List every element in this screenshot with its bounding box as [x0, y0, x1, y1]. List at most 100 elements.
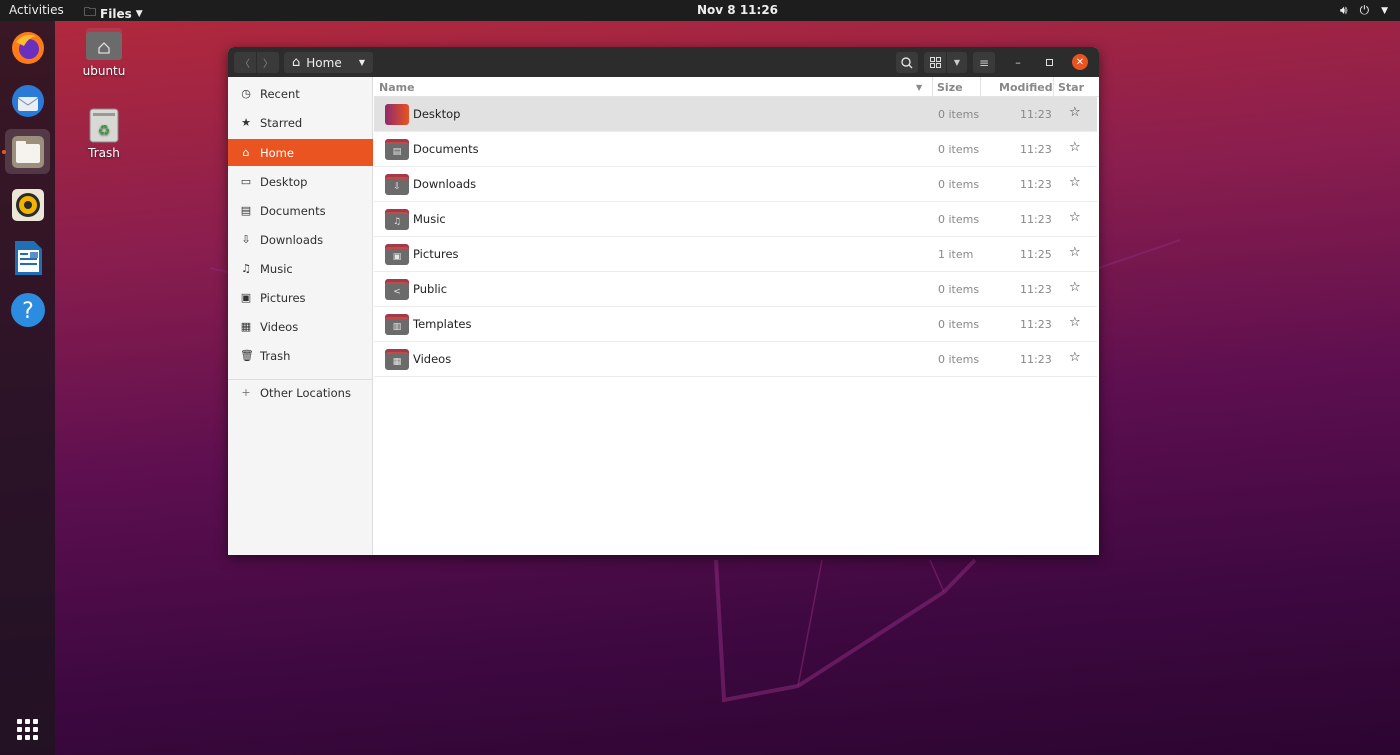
home-folder-icon — [86, 28, 122, 60]
running-indicator — [2, 150, 6, 154]
sidebar-item-documents[interactable]: ▤ Documents — [228, 197, 373, 224]
maximize-button[interactable] — [1041, 54, 1057, 70]
dock-thunderbird[interactable] — [5, 78, 50, 123]
system-tray[interactable]: 🔊︎ ⏻ ▼ — [1340, 3, 1388, 18]
chevron-down-icon: ▼ — [1381, 5, 1388, 16]
star-icon: ★ — [241, 116, 251, 129]
forward-button[interactable]: 〉 — [257, 52, 279, 73]
file-name: Public — [413, 282, 448, 296]
minimize-button[interactable]: – — [1010, 54, 1026, 70]
help-icon: ? — [10, 292, 45, 327]
desktop-icon: ▭ — [240, 175, 252, 188]
chevron-down-icon: ▼ — [358, 58, 365, 67]
column-name[interactable]: Name — [379, 81, 415, 94]
videos-folder-icon: ▦ — [385, 349, 409, 370]
app-menu[interactable]: 🗀 Files ▼ — [84, 3, 143, 24]
writer-icon — [14, 240, 42, 275]
column-size[interactable]: Size — [937, 81, 963, 94]
sidebar-item-label: Documents — [260, 203, 326, 218]
files-window: 〈 〉 ⌂ Home ▼ ▼ ≡ – ✕ ◷ Recent ★ Starred ⌂ H… — [228, 47, 1099, 555]
search-icon — [901, 56, 913, 68]
sidebar: ◷ Recent ★ Starred ⌂ Home ▭ Desktop ▤ Documen… — [228, 77, 373, 555]
desktop-icon-label: Trash — [88, 146, 120, 160]
star-toggle-icon[interactable]: ☆ — [1069, 280, 1081, 295]
dock-files[interactable] — [5, 129, 50, 174]
home-icon: ⌂ — [292, 55, 301, 70]
file-row-documents[interactable]: ▤ Documents 0 items 11:23 ☆ — [374, 132, 1097, 167]
star-toggle-icon[interactable]: ☆ — [1069, 350, 1081, 365]
desktop-icon-trash[interactable]: ♻ Trash — [74, 108, 134, 160]
file-name: Videos — [413, 352, 452, 366]
file-size: 0 items — [938, 178, 980, 191]
file-row-pictures[interactable]: ▣ Pictures 1 item 11:25 ☆ — [374, 237, 1097, 272]
sidebar-item-videos[interactable]: ▦ Videos — [228, 313, 373, 340]
file-name: Downloads — [413, 177, 477, 191]
view-grid-button[interactable] — [924, 52, 946, 73]
chevron-right-icon: 〉 — [263, 59, 273, 70]
desktop-folder-icon — [385, 104, 409, 125]
main-menu-button[interactable]: ≡ — [973, 52, 995, 73]
back-button[interactable]: 〈 — [234, 52, 256, 73]
public-folder-icon: < — [385, 279, 409, 300]
dock-help[interactable]: ? — [5, 287, 50, 332]
grid-view-icon — [929, 57, 941, 68]
desktop-icon-home[interactable]: ubuntu — [74, 28, 134, 78]
chevron-down-icon: ▼ — [135, 8, 143, 19]
star-toggle-icon[interactable]: ☆ — [1069, 140, 1081, 155]
music-folder-icon: ♫ — [385, 209, 409, 230]
column-modified[interactable]: Modified — [999, 81, 1053, 94]
search-button[interactable] — [896, 52, 918, 73]
column-star[interactable]: Star — [1058, 81, 1084, 94]
sidebar-item-label: Home — [260, 145, 294, 160]
plus-icon: + — [241, 386, 251, 399]
sidebar-item-downloads[interactable]: ⇩ Downloads — [228, 226, 373, 253]
column-divider — [932, 77, 933, 97]
show-applications-button[interactable] — [5, 707, 50, 752]
sidebar-item-label: Pictures — [260, 290, 306, 305]
sidebar-item-home[interactable]: ⌂ Home — [228, 139, 373, 166]
sidebar-item-recent[interactable]: ◷ Recent — [228, 80, 373, 107]
file-name: Documents — [413, 142, 479, 156]
activities-button[interactable]: Activities — [9, 3, 64, 17]
file-row-templates[interactable]: ▥ Templates 0 items 11:23 ☆ — [374, 307, 1097, 342]
sidebar-item-label: Starred — [260, 115, 303, 130]
file-size: 0 items — [938, 143, 980, 156]
power-icon: ⏻ — [1359, 3, 1370, 17]
svg-text:♻: ♻ — [98, 123, 111, 139]
star-toggle-icon[interactable]: ☆ — [1069, 315, 1081, 330]
view-options-button[interactable]: ▼ — [947, 52, 967, 73]
star-toggle-icon[interactable]: ☆ — [1069, 210, 1081, 225]
download-icon: ⇩ — [241, 233, 251, 246]
sidebar-item-other-locations[interactable]: + Other Locations — [228, 379, 373, 406]
star-toggle-icon[interactable]: ☆ — [1069, 245, 1081, 260]
dock-firefox[interactable] — [5, 25, 50, 70]
star-toggle-icon[interactable]: ☆ — [1069, 105, 1081, 120]
sidebar-item-label: Videos — [260, 319, 299, 334]
sidebar-item-starred[interactable]: ★ Starred — [228, 109, 373, 136]
dock-writer[interactable] — [5, 235, 50, 280]
sidebar-item-trash[interactable]: 🗑︎ Trash — [228, 342, 373, 369]
file-name: Music — [413, 212, 446, 226]
dock-rhythmbox[interactable] — [5, 182, 50, 227]
file-row-music[interactable]: ♫ Music 0 items 11:23 ☆ — [374, 202, 1097, 237]
file-row-videos[interactable]: ▦ Videos 0 items 11:23 ☆ — [374, 342, 1097, 377]
sidebar-item-desktop[interactable]: ▭ Desktop — [228, 168, 373, 195]
file-modified: 11:25 — [1020, 248, 1052, 261]
sort-chevron-icon[interactable]: ▼ — [916, 83, 922, 92]
file-name: Templates — [413, 317, 472, 331]
chevron-down-icon: ▼ — [953, 58, 961, 67]
close-button[interactable]: ✕ — [1072, 54, 1088, 70]
star-toggle-icon[interactable]: ☆ — [1069, 175, 1081, 190]
file-row-downloads[interactable]: ⇩ Downloads 0 items 11:23 ☆ — [374, 167, 1097, 202]
sidebar-item-music[interactable]: ♫ Music — [228, 255, 373, 282]
file-row-public[interactable]: < Public 0 items 11:23 ☆ — [374, 272, 1097, 307]
folder-icon: 🗀 — [84, 5, 97, 19]
sidebar-item-pictures[interactable]: ▣ Pictures — [228, 284, 373, 311]
column-divider — [980, 77, 981, 97]
files-icon — [11, 135, 44, 168]
clock[interactable]: Nov 8 11:26 — [697, 3, 778, 17]
path-bar-home[interactable]: ⌂ Home ▼ — [284, 52, 373, 73]
file-size: 0 items — [938, 108, 980, 121]
file-row-desktop[interactable]: Desktop 0 items 11:23 ☆ — [374, 97, 1097, 132]
path-label: Home — [306, 55, 342, 70]
